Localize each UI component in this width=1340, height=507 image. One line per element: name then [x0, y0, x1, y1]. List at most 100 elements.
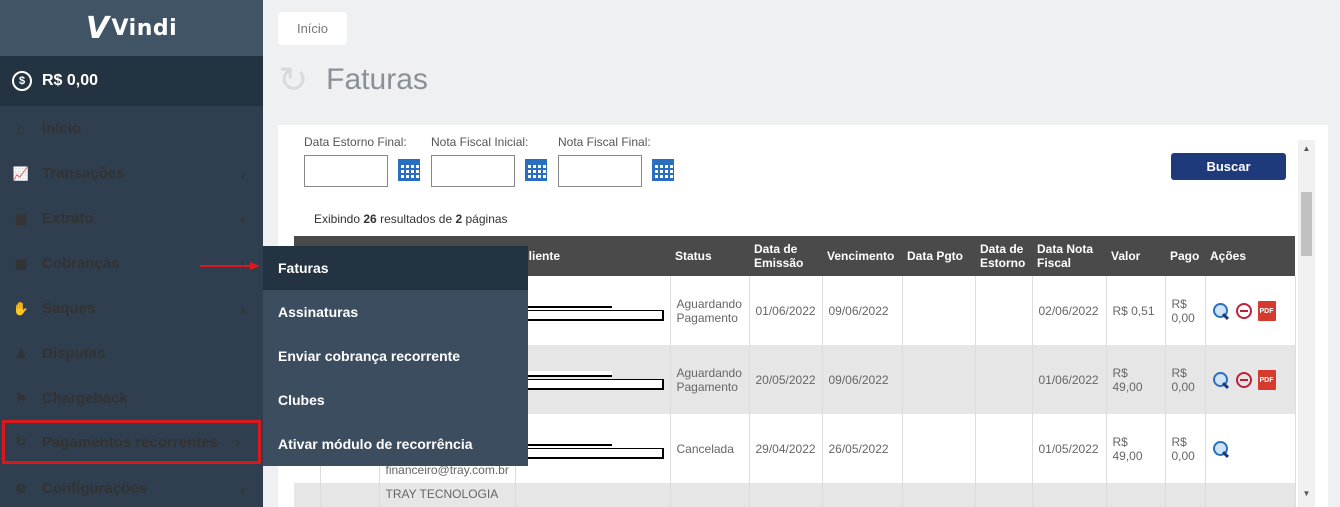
scroll-up-icon[interactable]: ▲	[1298, 142, 1315, 156]
results-pages: 2	[455, 212, 463, 226]
submenu-pagamentos-recorrentes: Faturas Assinaturas Enviar cobrança reco…	[263, 246, 528, 466]
sidebar-item-label: Configurações	[42, 480, 148, 497]
pgto-cell	[902, 345, 976, 414]
cancel-icon[interactable]	[1235, 302, 1252, 319]
vencimento-cell: 09/06/2022	[822, 345, 903, 414]
sidebar-item-saques[interactable]: ✋ Saques ›	[0, 286, 263, 331]
table-row: TRAY TECNOLOGIA	[294, 483, 1296, 507]
redacted-text	[521, 310, 664, 321]
submenu-item-ativar-modulo[interactable]: Ativar módulo de recorrência	[263, 422, 528, 466]
calendar-icon[interactable]	[398, 159, 420, 181]
actions-cell: PDF	[1205, 345, 1296, 414]
sidebar-item-inicio[interactable]: ⌂ Início	[0, 106, 263, 151]
scroll-down-icon[interactable]: ▼	[1298, 487, 1315, 501]
cancel-icon[interactable]	[1235, 371, 1252, 388]
emissao-cell: 29/04/2022	[749, 414, 823, 483]
redacted-text	[521, 379, 664, 390]
submenu-item-faturas[interactable]: Faturas	[263, 246, 528, 290]
logo-mark-icon: V	[85, 10, 110, 46]
vencimento-cell: 09/06/2022	[822, 276, 903, 345]
vencimento-cell: 26/05/2022	[822, 414, 903, 483]
sidebar-item-pagamentos-recorrentes[interactable]: ↻ Pagamentos recorrentes ›	[2, 420, 261, 464]
chevron-right-icon: ›	[240, 480, 245, 497]
view-magnifier-icon[interactable]	[1212, 302, 1230, 320]
invoice-icon: ▦	[14, 255, 28, 271]
submenu-item-enviar-cobranca[interactable]: Enviar cobrança recorrente	[263, 334, 528, 378]
sidebar-item-label: Disputas	[42, 345, 106, 362]
status-cell: Aguardando Pagamento	[670, 276, 750, 345]
sidebar-item-configuracoes[interactable]: ⚙ Configurações ›	[0, 466, 263, 507]
submenu-item-clubes[interactable]: Clubes	[263, 378, 528, 422]
hand-money-icon: ✋	[12, 300, 30, 316]
filter-label-estorno-final: Data Estorno Final:	[304, 135, 407, 149]
sidebar-item-extrato[interactable]: ▤ Extrato ›	[0, 196, 263, 241]
estorno-cell	[975, 276, 1033, 345]
col-nota-fiscal[interactable]: Data Nota Fiscal	[1032, 236, 1106, 276]
col-valor[interactable]: Valor	[1106, 236, 1165, 276]
pgto-cell	[902, 276, 976, 345]
estorno-cell	[975, 414, 1033, 483]
view-magnifier-icon[interactable]	[1212, 371, 1230, 389]
sidebar-item-chargeback[interactable]: ⚑ Chargeback	[0, 376, 263, 421]
valor-cell: R$ 49,00	[1106, 414, 1166, 483]
status-cell: Cancelada	[670, 414, 750, 483]
nota-final-input[interactable]	[558, 155, 642, 187]
refresh-icon: ↻	[15, 434, 27, 449]
pdf-icon[interactable]: PDF	[1257, 300, 1276, 321]
chargeback-icon: ⚑	[15, 390, 27, 406]
view-magnifier-icon[interactable]	[1212, 440, 1230, 458]
chart-icon: 📈	[12, 165, 30, 181]
pago-cell: R$ 0,00	[1165, 345, 1206, 414]
calendar-icon[interactable]	[652, 159, 674, 181]
balance-value: R$ 0,00	[42, 72, 99, 89]
nota-cell: 02/06/2022	[1032, 276, 1107, 345]
sidebar-item-label: Cobranças	[42, 255, 120, 272]
col-data-pgto[interactable]: Data Pgto	[902, 236, 975, 276]
col-pago[interactable]: Pago	[1165, 236, 1205, 276]
col-estorno[interactable]: Data de Estorno	[975, 236, 1032, 276]
sidebar-item-label: Extrato	[42, 210, 94, 227]
actions-cell	[1205, 414, 1296, 483]
breadcrumb[interactable]: Início	[278, 12, 347, 45]
redacted-text	[521, 448, 664, 459]
nota-inicial-input[interactable]	[431, 155, 515, 187]
page-header: ↻ Faturas	[278, 62, 428, 98]
redacted-text	[521, 302, 612, 308]
sidebar-item-label: Transações	[42, 165, 125, 182]
sidebar-item-transacoes[interactable]: 📈 Transações ›	[0, 151, 263, 196]
money-icon: $	[12, 71, 32, 91]
calendar-icon[interactable]	[525, 159, 547, 181]
status-cell: Aguardando Pagamento	[670, 345, 750, 414]
breadcrumb-home-link[interactable]: Início	[297, 21, 328, 36]
page-title: Faturas	[326, 63, 428, 96]
col-acoes: Ações	[1205, 236, 1295, 276]
col-emissao[interactable]: Data de Emissão	[749, 236, 822, 276]
nota-cell: 01/05/2022	[1032, 414, 1107, 483]
company-cell: TRAY TECNOLOGIA	[379, 483, 516, 507]
pago-cell: R$ 0,00	[1165, 276, 1206, 345]
valor-cell: R$ 49,00	[1106, 345, 1166, 414]
filter-label-nota-inicial: Nota Fiscal Inicial:	[431, 135, 529, 149]
col-vencimento[interactable]: Vencimento	[822, 236, 902, 276]
submenu-item-assinaturas[interactable]: Assinaturas	[263, 290, 528, 334]
estorno-final-input[interactable]	[304, 155, 388, 187]
estorno-cell	[975, 345, 1033, 414]
vindi-logo[interactable]: V Vindi	[86, 11, 177, 46]
valor-cell: R$ 0,51	[1106, 276, 1166, 345]
col-cliente[interactable]: Cliente	[515, 236, 670, 276]
search-button[interactable]: Buscar	[1171, 153, 1286, 180]
emissao-cell: 01/06/2022	[749, 276, 823, 345]
chevron-right-icon: ›	[235, 434, 240, 450]
annotation-arrow-icon	[200, 262, 260, 270]
sidebar-item-disputas[interactable]: ♟ Disputas	[0, 331, 263, 376]
results-summary: Exibindo 26 resultados de 2 páginas	[314, 212, 508, 226]
refresh-icon: ↻	[278, 59, 309, 100]
cliente-cell	[515, 276, 671, 345]
actions-cell: PDF	[1205, 276, 1296, 345]
pdf-icon[interactable]: PDF	[1257, 369, 1276, 390]
scrollbar[interactable]: ▲ ▼	[1298, 140, 1315, 507]
scroll-thumb[interactable]	[1301, 192, 1312, 256]
pgto-cell	[902, 414, 976, 483]
chevron-right-icon: ›	[240, 165, 245, 182]
col-status[interactable]: Status	[670, 236, 749, 276]
